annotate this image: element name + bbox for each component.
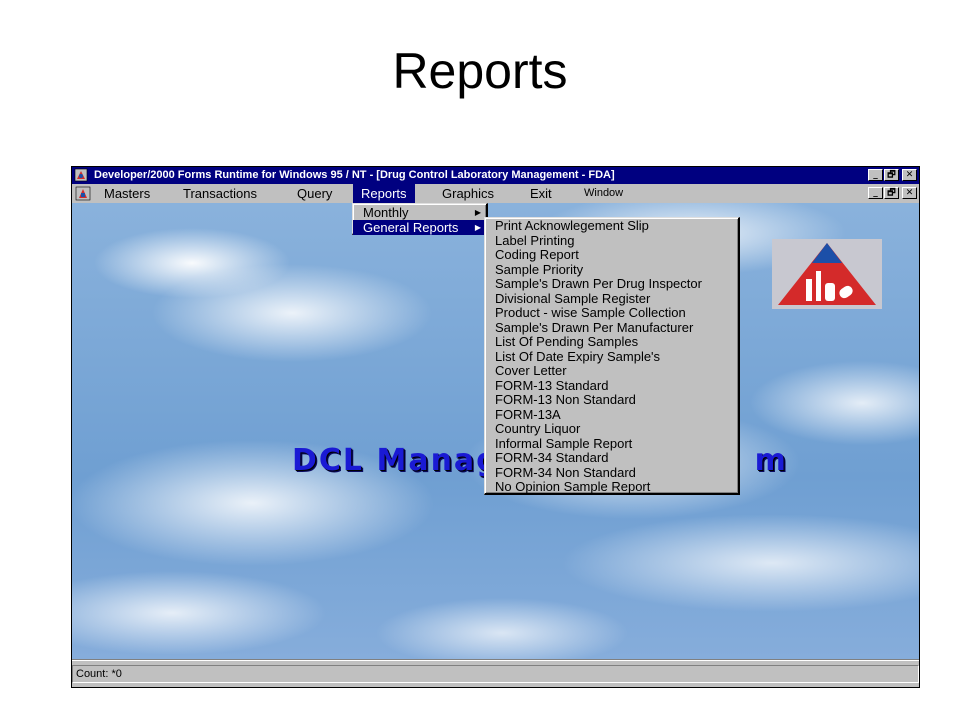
status-count: Count: *0 [72,665,919,683]
menu-query[interactable]: Query [289,184,340,203]
menu-item-print-acknowlegement-slip[interactable]: Print Acknowlegement Slip [485,218,738,234]
menu-window[interactable]: Window [576,184,631,203]
menubar: Masters Transactions Query Reports Graph… [72,184,919,203]
slide-title: Reports [392,43,568,99]
minimize-button[interactable]: _ [868,169,883,181]
menu-item-informal-sample-report[interactable]: Informal Sample Report [485,436,738,452]
menu-item-label-printing[interactable]: Label Printing [485,233,738,249]
window-titlebar[interactable]: Developer/2000 Forms Runtime for Windows… [72,167,919,184]
menu-item-form-13-standard[interactable]: FORM-13 Standard [485,378,738,394]
fda-logo [772,239,882,309]
document-minimize-button[interactable]: _ [868,187,883,199]
statusbar-divider [72,659,919,661]
menu-transactions[interactable]: Transactions [175,184,265,203]
menu-item-general-reports[interactable]: General Reports ▶ [353,220,486,235]
menu-item-sample-priority[interactable]: Sample Priority [485,262,738,278]
menu-item-label: Monthly [363,205,409,220]
banner-text-left: DCL Manag [292,443,500,478]
menu-item-list-of-pending-samples[interactable]: List Of Pending Samples [485,334,738,350]
menu-item-cover-letter[interactable]: Cover Letter [485,363,738,379]
window-caption-buttons: _ 🗗 ✕ [867,169,917,183]
statusbar: Count: *0 [72,659,919,687]
menu-masters[interactable]: Masters [96,184,158,203]
menu-item-form-34-standard[interactable]: FORM-34 Standard [485,450,738,466]
menu-item-form-13a[interactable]: FORM-13A [485,407,738,423]
app-icon [74,168,88,182]
submenu-arrow-icon: ▶ [474,208,481,217]
document-restore-button[interactable]: 🗗 [884,187,899,199]
menu-reports[interactable]: Reports [353,184,415,203]
menu-item-divisional-sample-register[interactable]: Divisional Sample Register [485,291,738,307]
menu-item-label: General Reports [363,220,459,235]
menu-item-samples-drawn-per-manufacturer[interactable]: Sample's Drawn Per Manufacturer [485,320,738,336]
document-caption-buttons: _ 🗗 ✕ [867,187,917,201]
maximize-button[interactable]: 🗗 [884,169,899,181]
document-close-button[interactable]: ✕ [902,187,917,199]
menu-graphics[interactable]: Graphics [434,184,502,203]
menu-item-list-of-date-expiry-samples[interactable]: List Of Date Expiry Sample's [485,349,738,365]
menu-item-product-wise-sample-collection[interactable]: Product - wise Sample Collection [485,305,738,321]
banner-text-right: m [754,443,788,478]
window-title: Developer/2000 Forms Runtime for Windows… [94,169,615,181]
document-icon[interactable] [75,186,91,201]
menu-item-country-liquor[interactable]: Country Liquor [485,421,738,437]
general-reports-menu: Print Acknowlegement Slip Label Printing… [484,217,740,495]
close-button[interactable]: ✕ [902,169,917,181]
menu-item-samples-drawn-per-drug-inspector[interactable]: Sample's Drawn Per Drug Inspector [485,276,738,292]
menu-item-no-opinion-sample-report[interactable]: No Opinion Sample Report [485,479,738,495]
menu-item-coding-report[interactable]: Coding Report [485,247,738,263]
menu-item-form-13-non-standard[interactable]: FORM-13 Non Standard [485,392,738,408]
menu-item-monthly[interactable]: Monthly ▶ [353,205,486,220]
menu-item-form-34-non-standard[interactable]: FORM-34 Non Standard [485,465,738,481]
reports-menu: Monthly ▶ General Reports ▶ [352,203,488,235]
submenu-arrow-icon: ▶ [474,223,481,232]
menu-exit[interactable]: Exit [522,184,560,203]
